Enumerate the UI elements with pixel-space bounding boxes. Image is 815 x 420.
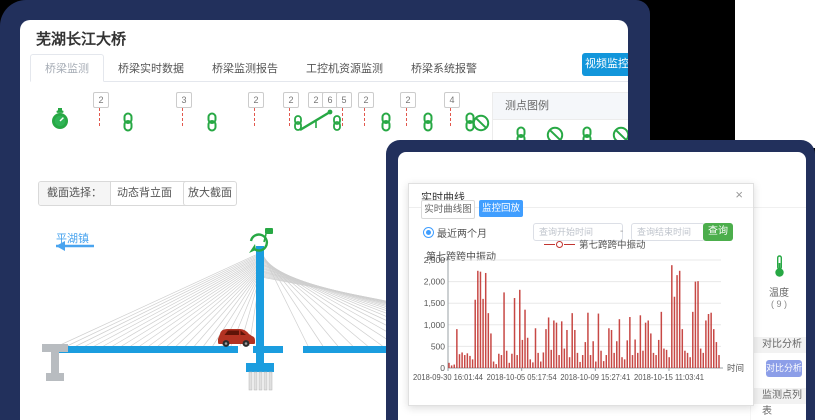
sensor-link-icon[interactable] [120,112,136,137]
pylon-pile-cap [246,363,274,372]
sensor-marker-line [182,108,183,126]
sensor-count-badge: 3 [176,92,192,108]
sidebar-divider [754,207,806,208]
legend-line-icon [544,244,555,245]
thermometer-icon [773,254,786,278]
sensor-link-icon[interactable] [204,112,220,137]
compare-analysis-button[interactable]: 对比分析 [766,360,802,377]
legend-series-name: 第七跨跨中振动 [579,237,646,251]
svg-text:2018-10-15 11:03:41: 2018-10-15 11:03:41 [634,373,705,382]
pylon-piles [249,372,272,390]
screenshot-stage: 芜湖长江大桥 桥梁监测桥梁实时数据桥梁监测报告工控机资源监测桥梁系统报警 视频监… [0,0,815,420]
sensor-marker-line [450,108,451,126]
svg-text:2018-10-09 15:27:41: 2018-10-09 15:27:41 [560,373,631,382]
tab-monitor-playback[interactable]: 监控回放 [479,200,523,217]
section-select-value: 动态背立面 [117,187,172,199]
svg-text:500: 500 [431,341,445,351]
sensor-marker-line [406,108,407,126]
svg-text:2018-10-05 05:17:54: 2018-10-05 05:17:54 [487,373,558,382]
temperature-count: ( 9 ) [756,299,802,309]
close-icon[interactable]: × [735,188,743,202]
left-abutment [42,344,68,381]
legend-circle-icon [556,241,563,248]
page-title: 芜湖长江大桥 [36,28,126,49]
query-button[interactable]: 查询 [703,223,733,241]
svg-text:1,500: 1,500 [424,298,446,308]
sensor-count-badge: 2 [93,92,109,108]
wind-sensor-icon [249,228,273,253]
sensor-cluster-icon[interactable] [292,108,344,139]
temperature-sensor-block[interactable]: 温度 ( 9 ) [756,254,802,309]
sensor-count-badge: 2 [248,92,264,108]
temperature-label: 温度 [756,284,802,299]
realtime-curve-dialog: 实时曲线 × 实时曲线图 监控回放 最近两个月 - 查询 第七跨跨中振动 第七跨… [408,183,754,406]
vibration-chart-canvas: 0 500 1,000 1,500 2,000 2,500 2018-09-30 16:01… [409,254,753,402]
svg-text:时间: 时间 [727,363,744,373]
tab-bar: 桥梁监测桥梁实时数据桥梁监测报告工控机资源监测桥梁系统报警 [30,58,628,82]
tab-1[interactable]: 桥梁实时数据 [104,55,198,81]
section-chooser: 截面选择： 动态背立面 ▼ [38,181,202,206]
legend-panel-title: 测点图例 [493,93,628,120]
svg-text:2,000: 2,000 [424,277,446,287]
sensor-marker-line [342,108,343,126]
sensor-count-badge: 2 [358,92,374,108]
svg-text:1,000: 1,000 [424,320,446,330]
svg-text:2018-09-30 16:01:44: 2018-09-30 16:01:44 [413,373,484,382]
tab-2[interactable]: 桥梁监测报告 [198,55,292,81]
range-separator: - [620,226,623,237]
bridge-pylon [256,246,264,364]
enlarge-section-button[interactable]: 放大截面 [183,181,237,206]
sensor-marker-line [364,108,365,126]
svg-text:2,500: 2,500 [424,255,446,265]
direction-arrow-icon [56,241,94,251]
tab-realtime-curve[interactable]: 实时曲线图 [421,200,475,219]
tab-4[interactable]: 桥梁系统报警 [397,55,491,81]
svg-text:0: 0 [440,363,445,373]
sensor-count-badge: 2 [283,92,299,108]
sensor-link-icon[interactable] [420,112,436,137]
sensor-count-badge: 4 [444,92,460,108]
tab-3[interactable]: 工控机资源监测 [292,55,397,81]
video-monitor-button[interactable]: 视频监控 [582,53,628,76]
last-two-months-radio[interactable] [423,227,434,238]
sensor-marker-line [99,108,100,126]
modal-window: 温度 ( 9 ) 对比分析 对比分析 监测点列表 实时曲线 × 实时曲线图 监控… [398,152,806,420]
sensor-ban-icon[interactable] [472,114,490,137]
tab-0[interactable]: 桥梁监测 [30,54,104,82]
sensor-marker-line [289,108,290,126]
measure-point-list-header: 监测点列表 [754,388,806,404]
sensor-stopwatch-icon[interactable] [48,106,72,137]
legend-line-icon [564,244,575,245]
sensor-count-badge: 2 [400,92,416,108]
chart-legend-item[interactable]: 第七跨跨中振动 [544,239,646,249]
sensor-link-icon[interactable] [378,112,394,137]
background-window-edge [735,0,815,148]
sensor-marker-line [254,108,255,126]
last-two-months-label: 最近两个月 [437,225,487,240]
section-chooser-label: 截面选择： [39,182,111,205]
sensor-count-badge: 5 [336,92,352,108]
compare-analysis-header: 对比分析 [754,337,806,353]
